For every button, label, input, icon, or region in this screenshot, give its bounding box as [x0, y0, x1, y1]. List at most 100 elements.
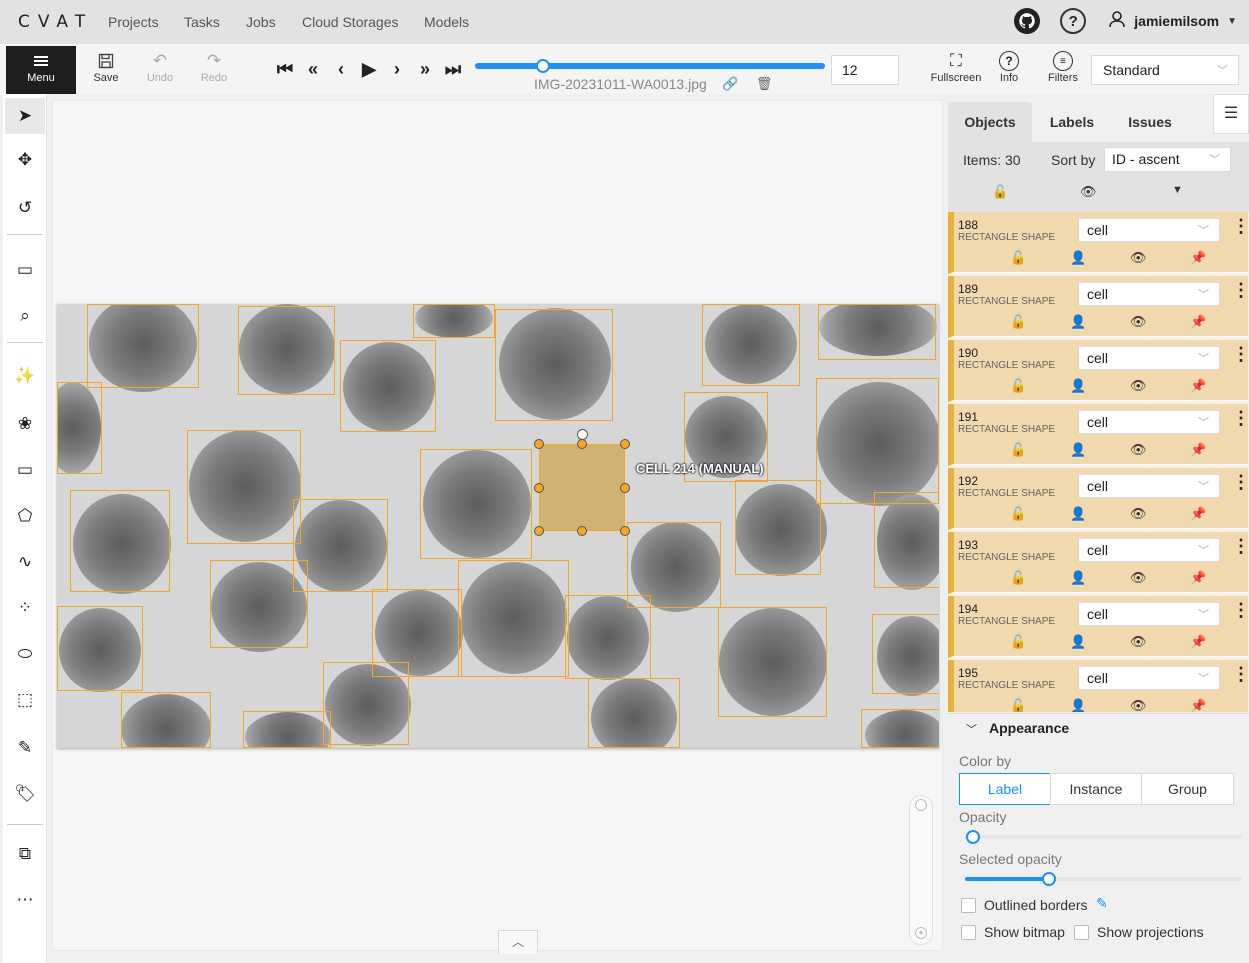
first-frame-icon[interactable]: ⏮ [274, 59, 296, 80]
more-options-icon[interactable]: ⋮ [1232, 664, 1249, 685]
resize-handle[interactable] [534, 439, 544, 449]
object-label-select[interactable]: cell ﹀ [1078, 410, 1220, 434]
more-options-icon[interactable]: ⋮ [1232, 536, 1249, 557]
lock-icon[interactable]: 🔓 [1010, 570, 1026, 586]
resize-handle[interactable] [620, 439, 630, 449]
fullscreen-button[interactable]: ⛶ Fullscreen [931, 50, 982, 84]
fast-backward-icon[interactable]: « [302, 59, 324, 80]
color-by-group-option[interactable]: Group [1141, 773, 1234, 805]
object-label-select[interactable]: cell ﹀ [1078, 602, 1220, 626]
visibility-icon[interactable]: 👁 [1130, 378, 1147, 394]
fit-image-tool[interactable]: ▭ [5, 252, 45, 288]
tab-objects[interactable]: Objects [948, 102, 1032, 142]
more-options-icon[interactable]: ⋮ [1232, 600, 1249, 621]
tag-tool[interactable]: 🏷 [5, 776, 45, 812]
cursor-tool[interactable]: ➤ [5, 98, 45, 134]
visibility-icon[interactable]: 👁 [1130, 570, 1147, 586]
occluded-icon[interactable]: 👤 [1070, 570, 1086, 586]
occluded-icon[interactable]: 👤 [1070, 506, 1086, 522]
last-frame-icon[interactable]: ⏭ [442, 59, 464, 80]
lock-all-icon[interactable]: 🔓 [992, 184, 1008, 200]
lock-icon[interactable]: 🔓 [1010, 698, 1026, 712]
opencv-tool[interactable]: ❀ [5, 406, 45, 442]
tab-labels[interactable]: Labels [1032, 102, 1112, 142]
opacity-slider-handle[interactable] [966, 830, 980, 844]
tab-issues[interactable]: Issues [1112, 102, 1188, 142]
occluded-icon[interactable]: 👤 [1070, 378, 1086, 394]
frame-number-input[interactable]: 12 [831, 55, 899, 85]
magic-wand-tool[interactable]: ✨ [5, 358, 45, 394]
collapse-up-icon[interactable]: ︿ [498, 930, 538, 954]
occluded-icon[interactable]: 👤 [1070, 250, 1086, 266]
info-button[interactable]: ? Info [989, 50, 1029, 84]
fast-forward-icon[interactable]: » [414, 59, 436, 80]
draw-points-tool[interactable]: ⁘ [5, 590, 45, 626]
list-item[interactable]: 188 RECTANGLE SHAPE cell ﹀ ⋮ 🔓 👤 👁 📌 [948, 212, 1249, 274]
link-icon[interactable]: 🔗 [722, 76, 738, 91]
nav-models[interactable]: Models [424, 14, 469, 30]
filters-button[interactable]: ≡ Filters [1043, 50, 1083, 84]
more-options-icon[interactable]: ⋮ [1232, 344, 1249, 365]
color-by-instance-option[interactable]: Instance [1050, 773, 1142, 805]
list-item[interactable]: 190 RECTANGLE SHAPE cell ﹀ ⋮ 🔓 👤 👁 📌 [948, 340, 1249, 402]
chevron-down-icon[interactable]: ▼ [1227, 16, 1237, 27]
lock-icon[interactable]: 🔓 [1010, 506, 1026, 522]
more-options-icon[interactable]: ⋮ [1232, 408, 1249, 429]
nav-jobs[interactable]: Jobs [246, 14, 276, 30]
github-icon[interactable] [1014, 8, 1041, 34]
draw-polyline-tool[interactable]: ∿ [5, 544, 45, 580]
object-label-select[interactable]: cell ﹀ [1078, 538, 1220, 562]
zoom-handle[interactable] [915, 799, 927, 811]
undo-button[interactable]: ↶ Undo [140, 50, 180, 84]
more-options-icon[interactable]: ⋮ [1232, 472, 1249, 493]
resize-handle[interactable] [577, 526, 587, 536]
resize-handle[interactable] [534, 526, 544, 536]
draw-ellipse-tool[interactable]: ⬭ [5, 636, 45, 672]
lock-icon[interactable]: 🔓 [1010, 442, 1026, 458]
resize-handle[interactable] [534, 483, 544, 493]
occluded-icon[interactable]: 👤 [1070, 442, 1086, 458]
resize-handle[interactable] [620, 526, 630, 536]
nav-tasks[interactable]: Tasks [184, 14, 220, 30]
color-by-label-option[interactable]: Label [959, 773, 1051, 805]
resize-handle[interactable] [577, 439, 587, 449]
draw-rectangle-tool[interactable]: ▭ [5, 452, 45, 488]
object-label-select[interactable]: cell ﹀ [1078, 666, 1220, 690]
expand-all-icon[interactable]: ▼ [1172, 184, 1183, 196]
more-tools[interactable]: ⋯ [5, 882, 45, 918]
zoom-in-icon[interactable]: + [915, 927, 927, 939]
draw-polygon-tool[interactable]: ⬠ [5, 498, 45, 534]
visibility-icon[interactable]: 👁 [1130, 634, 1147, 650]
list-item[interactable]: 189 RECTANGLE SHAPE cell ﹀ ⋮ 🔓 👤 👁 📌 [948, 276, 1249, 338]
lock-icon[interactable]: 🔓 [1010, 634, 1026, 650]
cvat-logo[interactable]: CVAT [18, 12, 93, 32]
pin-icon[interactable]: 📌 [1190, 570, 1206, 586]
redo-button[interactable]: ↷ Redo [194, 50, 234, 84]
nav-cloud-storages[interactable]: Cloud Storages [302, 14, 399, 30]
visibility-icon[interactable]: 👁 [1130, 698, 1147, 712]
pin-icon[interactable]: 📌 [1190, 634, 1206, 650]
help-icon[interactable]: ? [1060, 8, 1087, 34]
pin-icon[interactable]: 📌 [1190, 378, 1206, 394]
more-options-icon[interactable]: ⋮ [1232, 280, 1249, 301]
list-item[interactable]: 194 RECTANGLE SHAPE cell ﹀ ⋮ 🔓 👤 👁 📌 [948, 596, 1249, 658]
frame-slider[interactable] [475, 63, 825, 69]
move-tool[interactable]: ✥ [5, 142, 45, 178]
delete-frame-icon[interactable]: 🗑 [756, 76, 773, 91]
show-projections-checkbox[interactable] [1074, 925, 1089, 940]
frame-slider-handle[interactable] [536, 59, 550, 73]
workspace-select[interactable]: Standard ﹀ [1091, 55, 1239, 85]
lock-icon[interactable]: 🔓 [1010, 314, 1026, 330]
zoom-slider[interactable]: + [909, 795, 933, 945]
pin-icon[interactable]: 📌 [1190, 698, 1206, 712]
outlined-borders-checkbox[interactable] [961, 898, 976, 913]
occluded-icon[interactable]: 👤 [1070, 634, 1086, 650]
pin-icon[interactable]: 📌 [1190, 250, 1206, 266]
list-item[interactable]: 191 RECTANGLE SHAPE cell ﹀ ⋮ 🔓 👤 👁 📌 [948, 404, 1249, 466]
visibility-icon[interactable]: 👁 [1130, 250, 1147, 266]
opacity-slider[interactable] [965, 835, 1242, 839]
resize-handle[interactable] [620, 483, 630, 493]
chevron-down-icon[interactable]: ﹀ [966, 721, 977, 737]
show-all-icon[interactable]: 👁 [1080, 184, 1097, 200]
visibility-icon[interactable]: 👁 [1130, 314, 1147, 330]
